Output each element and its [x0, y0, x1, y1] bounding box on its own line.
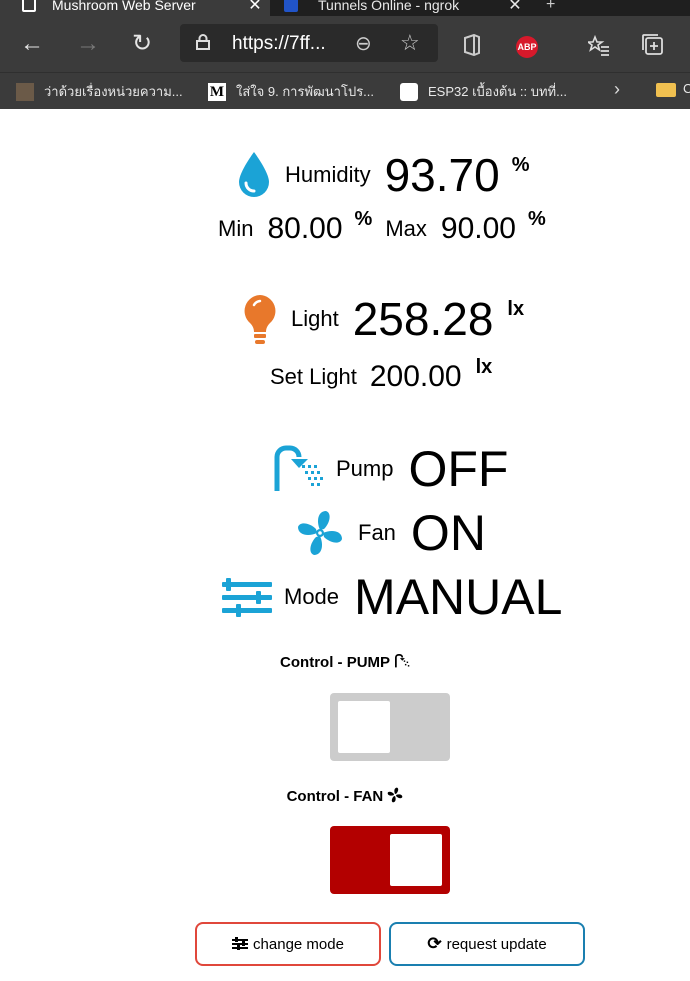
collections-icon[interactable] [642, 34, 664, 56]
sliders-icon [222, 578, 272, 617]
favorites-list-icon[interactable] [588, 34, 610, 56]
fan-toggle-knob[interactable] [390, 834, 442, 886]
humidity-row: Humidity 93.70 % [236, 148, 530, 202]
humidity-minmax-row: Min 80.00 % Max 90.00 % [218, 208, 546, 246]
humidity-min-value: 80.00 [267, 212, 343, 245]
tab-strip: Mushroom Web Server ✕ Tunnels Online - n… [0, 0, 690, 16]
request-update-button[interactable]: ⟳ request update [389, 922, 585, 966]
lightbulb-icon [244, 295, 276, 344]
set-light-value: 200.00 [369, 360, 462, 393]
control-pump-label: Control - PUMP [280, 654, 390, 671]
mode-label: Mode [284, 584, 340, 609]
bookmark-favicon [400, 82, 418, 101]
humidity-unit: % [511, 153, 530, 176]
medium-icon: M [208, 82, 226, 101]
ngrok-icon [284, 0, 298, 12]
fan-icon [388, 787, 403, 803]
page-icon [22, 0, 36, 12]
tab-title: Tunnels Online - ngrok [318, 0, 460, 13]
humidity-min-unit: % [354, 207, 373, 230]
pump-label: Pump [336, 456, 394, 481]
address-bar[interactable]: https://7ff... ⊖ ☆ [180, 24, 438, 62]
set-light-label: Set Light [270, 364, 357, 389]
tab-title: Mushroom Web Server [52, 0, 196, 13]
humidity-label: Humidity [285, 162, 371, 187]
change-mode-label: change mode [253, 935, 344, 953]
humidity-value: 93.70 [384, 149, 500, 201]
fan-label: Fan [358, 520, 396, 545]
lock-icon [196, 34, 210, 50]
fan-icon [298, 511, 342, 555]
forward-icon[interactable]: → [74, 30, 102, 58]
adblock-plus-icon[interactable]: ABP [516, 36, 538, 58]
bookmarks-bar: ว่าด้วยเรื่องหน่วยความ... M ใส่ใจ 9. การ… [0, 72, 690, 109]
tab-close-icon[interactable]: ✕ [240, 0, 270, 15]
water-drop-icon [239, 152, 269, 197]
sliders-icon [232, 937, 249, 950]
control-fan-title: Control - FAN [0, 787, 690, 805]
url-text: https://7ff... [232, 33, 326, 54]
new-tab-button[interactable]: + [546, 0, 555, 14]
bookmark-item[interactable]: ว่าด้วยเรื่องหน่วยความ... [16, 81, 183, 102]
refresh-icon[interactable]: ↻ [128, 30, 156, 58]
bookmark-label: ESP32 เบื้องต้น :: บทที่... [428, 84, 567, 99]
office-extension-icon[interactable] [462, 34, 482, 56]
bookmark-item[interactable]: M ใส่ใจ 9. การพัฒนาโปร... [208, 81, 374, 102]
bookmark-label: ใส่ใจ 9. การพัฒนาโปร... [236, 84, 375, 99]
humidity-min-label: Min [218, 216, 254, 241]
set-light-unit: lx [475, 355, 493, 378]
refresh-icon: ⟳ [427, 934, 442, 953]
control-fan-label: Control - FAN [286, 788, 384, 805]
bookmark-item[interactable]: ESP32 เบื้องต้น :: บทที่... [400, 81, 567, 102]
shower-icon [394, 654, 410, 668]
tab-mushroom-web-server[interactable]: Mushroom Web Server ✕ [0, 0, 270, 16]
request-update-label: request update [446, 935, 547, 953]
fan-row: Fan ON [296, 504, 486, 562]
bookmark-label: ว่าด้วยเรื่องหน่วยความ... [44, 84, 183, 99]
favorite-star-icon[interactable]: ☆ [400, 30, 420, 56]
mode-row: Mode MANUAL [222, 568, 562, 626]
bookmark-favicon [16, 82, 34, 101]
zoom-icon[interactable]: ⊖ [355, 31, 372, 56]
browser-toolbar: ← → ↻ https://7ff... ⊖ ☆ [0, 16, 690, 72]
pump-state: OFF [408, 441, 509, 497]
pump-toggle-knob[interactable] [338, 701, 390, 753]
control-pump-title: Control - PUMP [0, 654, 690, 671]
humidity-max-label: Max [385, 216, 427, 241]
back-icon[interactable]: ← [18, 30, 46, 58]
set-light-row: Set Light 200.00 lx [270, 356, 492, 394]
bookmark-folder-label[interactable]: C [683, 81, 690, 96]
light-label: Light [291, 306, 339, 331]
light-unit: lx [507, 297, 525, 320]
folder-icon[interactable] [656, 83, 676, 97]
humidity-max-unit: % [527, 207, 546, 230]
fan-toggle-switch[interactable] [330, 826, 450, 894]
humidity-max-value: 90.00 [440, 212, 516, 245]
light-row: Light 258.28 lx [242, 292, 524, 346]
pump-toggle-switch[interactable] [330, 693, 450, 761]
change-mode-button[interactable]: change mode [195, 922, 381, 966]
shower-icon [274, 445, 323, 491]
mode-value: MANUAL [354, 569, 563, 625]
light-value: 258.28 [352, 293, 494, 345]
pump-row: Pump OFF [272, 440, 508, 498]
tab-ngrok[interactable]: Tunnels Online - ngrok ✕ [272, 0, 530, 16]
tab-close-icon[interactable]: ✕ [500, 0, 530, 15]
bookmarks-more-icon[interactable]: › [614, 79, 620, 100]
fan-state: ON [410, 505, 486, 561]
